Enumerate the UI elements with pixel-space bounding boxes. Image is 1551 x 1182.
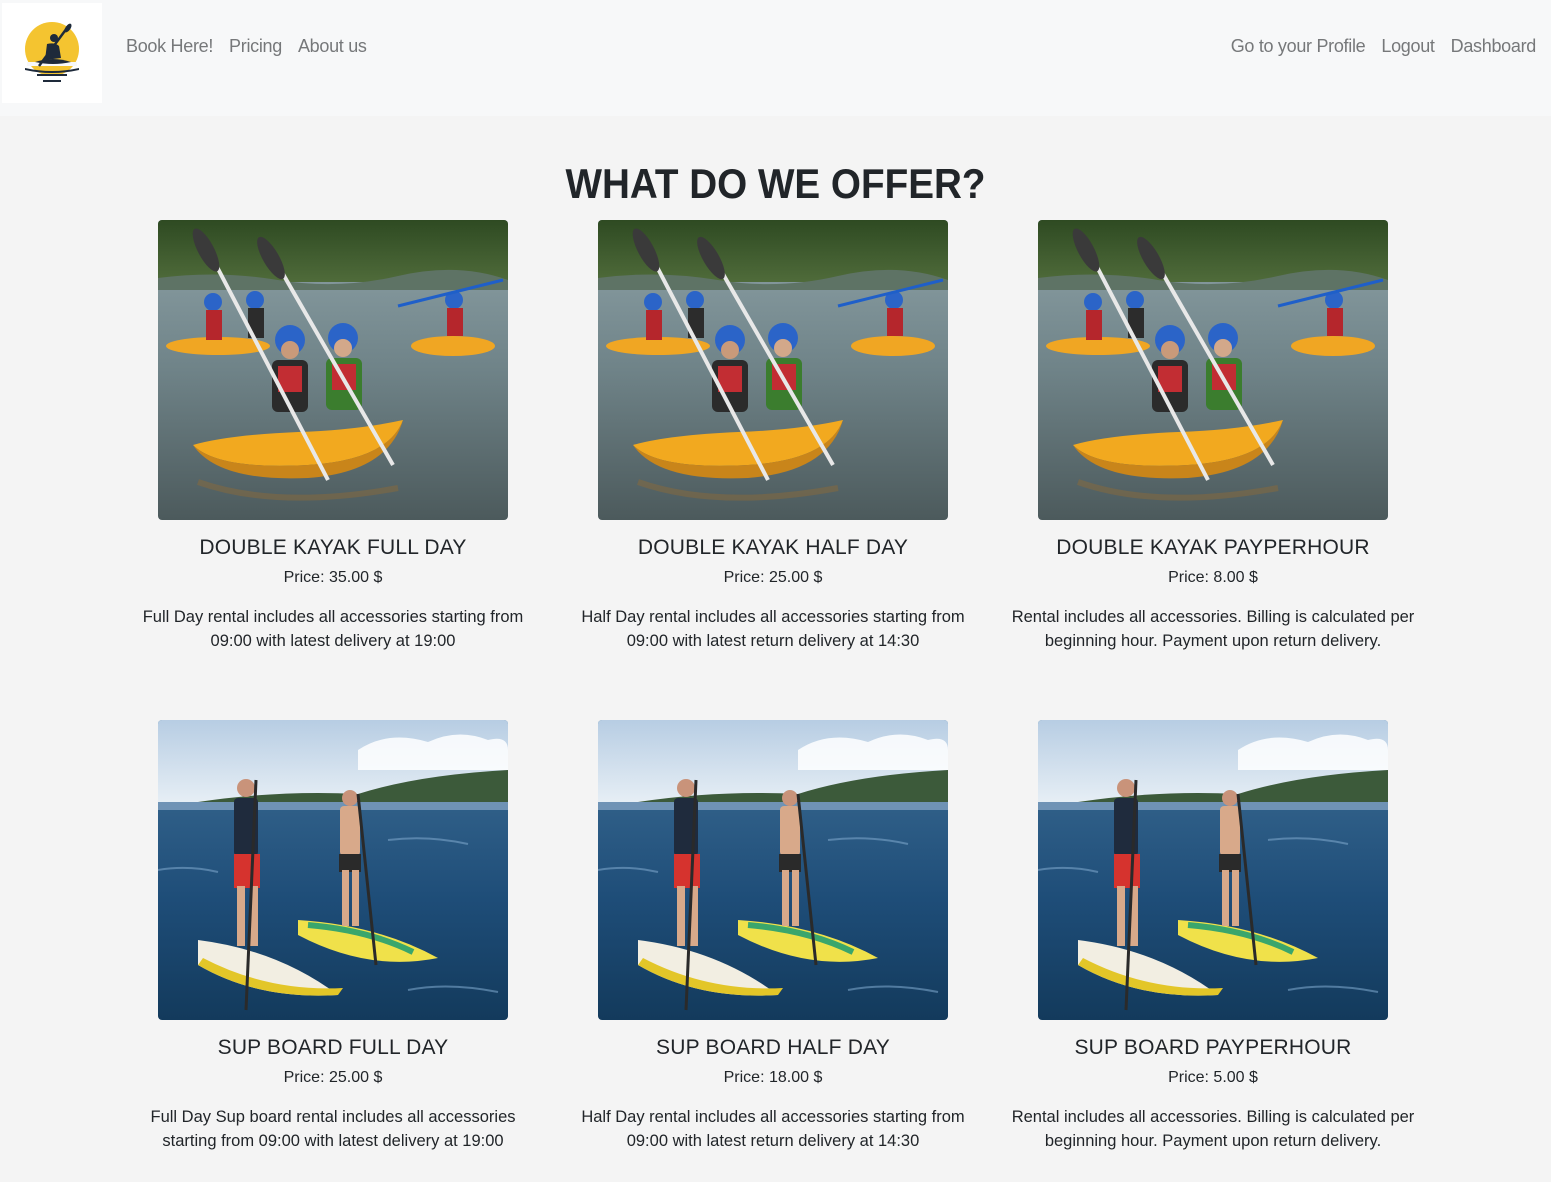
nav-link-about-us[interactable]: About us: [298, 36, 367, 57]
offer-card-double-kayak-payperhour[interactable]: DOUBLE KAYAK PAYPERHOUR Price: 8.00 $ Re…: [993, 220, 1433, 653]
nav-link-book-here[interactable]: Book Here!: [126, 36, 213, 57]
offer-card-sup-board-full-day[interactable]: SUP BOARD FULL DAY Price: 25.00 $ Full D…: [113, 720, 553, 1153]
nav-link-profile[interactable]: Go to your Profile: [1231, 36, 1366, 57]
sup-board-photo: [598, 720, 948, 1020]
offer-price: Price: 18.00 $: [723, 1069, 823, 1086]
navbar: Book Here! Pricing About us Go to your P…: [0, 0, 1551, 116]
double-kayak-photo: [158, 220, 508, 520]
logo[interactable]: [2, 3, 102, 103]
page-title: WHAT DO WE OFFER?: [565, 160, 986, 207]
kayaker-sunset-logo-icon: [25, 22, 79, 82]
offer-description: Half Day rental includes all accessories…: [581, 608, 965, 650]
offer-price: Price: 5.00 $: [1168, 1069, 1258, 1086]
offer-description: Half Day rental includes all accessories…: [581, 1108, 965, 1150]
offer-card-sup-board-half-day[interactable]: SUP BOARD HALF DAY Price: 18.00 $ Half D…: [553, 720, 993, 1153]
offer-price: Price: 25.00 $: [283, 1069, 383, 1086]
offer-card-double-kayak-half-day[interactable]: DOUBLE KAYAK HALF DAY Price: 25.00 $ Hal…: [553, 220, 993, 653]
offer-price: Price: 35.00 $: [283, 569, 383, 586]
offer-price: Price: 25.00 $: [723, 569, 823, 586]
offer-title: DOUBLE KAYAK HALF DAY: [637, 536, 909, 559]
offer-title: DOUBLE KAYAK PAYPERHOUR: [1056, 536, 1370, 559]
offer-title: SUP BOARD PAYPERHOUR: [1074, 1036, 1352, 1059]
offer-card-sup-board-payperhour[interactable]: SUP BOARD PAYPERHOUR Price: 5.00 $ Renta…: [993, 720, 1433, 1153]
offer-title: DOUBLE KAYAK FULL DAY: [199, 536, 467, 559]
sup-board-photo: [158, 720, 508, 1020]
double-kayak-photo: [1038, 220, 1388, 520]
offer-description: Full Day Sup board rental includes all a…: [150, 1108, 516, 1150]
offer-description: Full Day rental includes all accessories…: [142, 608, 524, 650]
nav-link-dashboard[interactable]: Dashboard: [1451, 36, 1537, 57]
offer-description: Rental includes all accessories. Billing…: [1011, 1108, 1415, 1150]
offer-card-double-kayak-full-day[interactable]: DOUBLE KAYAK FULL DAY Price: 35.00 $ Ful…: [113, 220, 553, 653]
sup-board-photo: [1038, 720, 1388, 1020]
nav-link-pricing[interactable]: Pricing: [229, 36, 282, 57]
offer-price: Price: 8.00 $: [1168, 569, 1258, 586]
offer-description: Rental includes all accessories. Billing…: [1011, 608, 1415, 650]
nav-left: Book Here! Pricing About us: [126, 36, 367, 57]
offer-title: SUP BOARD FULL DAY: [217, 1036, 449, 1059]
nav-link-logout[interactable]: Logout: [1381, 36, 1435, 57]
double-kayak-photo: [598, 220, 948, 520]
nav-right: Go to your Profile Logout Dashboard: [1231, 36, 1537, 57]
offer-title: SUP BOARD HALF DAY: [656, 1036, 890, 1059]
